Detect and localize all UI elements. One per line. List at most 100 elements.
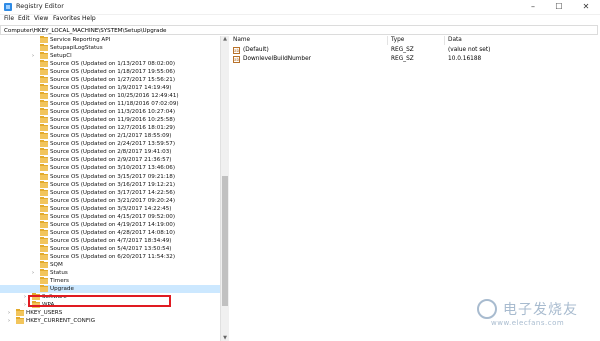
tree-item-label: HKEY_USERS	[26, 310, 63, 317]
value-name: (Default)	[243, 47, 269, 53]
folder-icon	[40, 228, 48, 236]
tree-item[interactable]: › Status	[0, 268, 220, 277]
tree-item[interactable]: Timers	[0, 276, 220, 285]
tree-item-label: Source OS (Updated on 3/17/2017 14:22:56…	[50, 189, 176, 196]
address-bar[interactable]: Computer\HKEY_LOCAL_MACHINE\SYSTEM\Setup…	[0, 25, 598, 35]
column-divider[interactable]	[444, 36, 445, 45]
tree-item[interactable]: Source OS (Updated on 1/13/2017 08:02:00…	[0, 60, 220, 68]
tree-item[interactable]: Source OS (Updated on 2/1/2017 18:55:09)	[0, 132, 220, 140]
menu-edit[interactable]: Edit	[18, 15, 30, 22]
column-type[interactable]: Type	[391, 36, 404, 45]
tree-item[interactable]: SetupapiLogStatus	[0, 44, 220, 52]
tree-item-label: Source OS (Updated on 4/7/2017 18:34:49)	[50, 237, 172, 244]
tree-item-label: Source OS (Updated on 1/9/2017 14:19:49)	[50, 85, 172, 92]
chevron-right-icon[interactable]: ›	[24, 301, 26, 309]
folder-icon	[40, 100, 48, 108]
folder-icon	[40, 260, 48, 268]
tree-item-label: Source OS (Updated on 5/4/2017 13:50:54)	[50, 245, 172, 252]
folder-icon	[16, 317, 24, 325]
tree-item[interactable]: Service Reporting API	[0, 36, 220, 44]
watermark-url: www.elecfans.com	[491, 319, 565, 327]
tree-item-label: Service Reporting API	[50, 37, 111, 43]
tree-item[interactable]: Source OS (Updated on 11/9/2016 10:25:58…	[0, 116, 220, 124]
scroll-up-arrow-icon[interactable]: ▲	[221, 36, 229, 42]
tree-item[interactable]: Source OS (Updated on 3/16/2017 19:12:21…	[0, 180, 220, 189]
tree-item-label: Source OS (Updated on 4/28/2017 14:08:10…	[50, 229, 176, 236]
tree-item[interactable]: Source OS (Updated on 5/4/2017 13:50:54)	[0, 244, 220, 253]
tree-item-label: Source OS (Updated on 12/7/2016 18:01:29…	[50, 125, 176, 132]
tree-item[interactable]: › SetupCl	[0, 52, 220, 60]
folder-icon	[40, 140, 48, 148]
tree-item[interactable]: Source OS (Updated on 6/20/2017 11:54:32…	[0, 252, 220, 261]
menu-favorites[interactable]: Favorites	[53, 15, 80, 22]
close-button[interactable]: ✕	[573, 0, 599, 14]
tree-item[interactable]: Upgrade	[0, 284, 220, 293]
tree-item[interactable]: › HKEY_USERS	[0, 309, 220, 317]
tree-item[interactable]: Source OS (Updated on 12/7/2016 18:01:29…	[0, 124, 220, 132]
string-value-icon: ab	[233, 47, 240, 54]
chevron-right-icon[interactable]: ›	[8, 309, 10, 317]
tree-item-label: Source OS (Updated on 11/9/2016 10:25:58…	[50, 117, 176, 124]
folder-icon	[40, 76, 48, 84]
column-name[interactable]: Name	[233, 36, 250, 45]
tree-item-label: Upgrade	[50, 285, 74, 292]
menu-help[interactable]: Help	[82, 15, 96, 22]
tree-item-label: Source OS (Updated on 3/3/2017 14:22:45)	[50, 205, 172, 212]
tree-item-label: Source OS (Updated on 4/15/2017 09:52:00…	[50, 213, 176, 220]
table-row[interactable]: ab (Default) REG_SZ (value not set)	[233, 46, 593, 55]
tree-item[interactable]: Source OS (Updated on 3/17/2017 14:22:56…	[0, 188, 220, 197]
tree-item[interactable]: Source OS (Updated on 3/10/2017 13:46:06…	[0, 164, 220, 172]
tree-item-label: Status	[50, 269, 68, 276]
tree-item[interactable]: › HKEY_CURRENT_CONFIG	[0, 317, 220, 325]
chevron-right-icon[interactable]: ›	[24, 293, 26, 301]
minimize-button[interactable]: –	[520, 0, 546, 14]
column-divider[interactable]	[387, 36, 388, 45]
folder-icon	[40, 268, 48, 276]
tree-item-label: Source OS (Updated on 2/8/2017 19:41:03)	[50, 149, 172, 156]
tree-item[interactable]: Source OS (Updated on 10/25/2016 12:49:4…	[0, 92, 220, 100]
tree-item-label: Source OS (Updated on 1/18/2017 19:55:06…	[50, 69, 176, 76]
tree-item[interactable]: Source OS (Updated on 11/3/2016 10:27:04…	[0, 108, 220, 116]
chevron-right-icon[interactable]: ›	[32, 52, 34, 60]
chevron-right-icon[interactable]: ›	[8, 317, 10, 325]
tree-item[interactable]: Source OS (Updated on 1/18/2017 19:55:06…	[0, 68, 220, 76]
folder-icon	[40, 92, 48, 100]
watermark: 电子发烧友 www.elecfans.com	[477, 297, 592, 333]
folder-icon	[40, 164, 48, 172]
tree-item[interactable]: Source OS (Updated on 4/15/2017 09:52:00…	[0, 212, 220, 221]
tree-item[interactable]: SQM	[0, 260, 220, 269]
tree-item[interactable]: Source OS (Updated on 4/28/2017 14:08:10…	[0, 228, 220, 237]
menu-view[interactable]: View	[34, 15, 48, 22]
tree-item-label: Source OS (Updated on 10/25/2016 12:49:4…	[50, 93, 179, 100]
tree-item[interactable]: Source OS (Updated on 3/21/2017 09:20:24…	[0, 196, 220, 205]
tree-item[interactable]: Source OS (Updated on 1/9/2017 14:19:49)	[0, 84, 220, 92]
tree-item[interactable]: Source OS (Updated on 11/18/2016 07:02:0…	[0, 100, 220, 108]
tree-item[interactable]: Source OS (Updated on 3/3/2017 14:22:45)	[0, 204, 220, 213]
tree-item-label: Source OS (Updated on 2/24/2017 13:59:57…	[50, 141, 176, 148]
tree-item-label: HKEY_CURRENT_CONFIG	[26, 318, 96, 325]
elecfans-logo-icon	[477, 299, 497, 319]
tree-item[interactable]: Source OS (Updated on 2/8/2017 19:41:03)	[0, 148, 220, 156]
tree-item[interactable]: Source OS (Updated on 1/27/2017 15:56:21…	[0, 76, 220, 84]
scroll-down-arrow-icon[interactable]: ▼	[221, 335, 229, 341]
menu-file[interactable]: File	[4, 15, 14, 22]
chevron-right-icon[interactable]: ›	[32, 269, 34, 277]
folder-icon	[40, 276, 48, 284]
table-row[interactable]: ab DownlevelBuildNumber REG_SZ 10.0.1618…	[233, 55, 593, 64]
tree-item-label: Source OS (Updated on 11/3/2016 10:27:04…	[50, 109, 176, 116]
scrollbar-thumb[interactable]	[222, 176, 228, 306]
folder-icon	[40, 124, 48, 132]
column-data[interactable]: Data	[448, 36, 462, 45]
folder-icon	[40, 180, 48, 188]
tree-item[interactable]: Source OS (Updated on 2/9/2017 21:36:57)	[0, 156, 220, 164]
tree-scrollbar[interactable]: ▲ ▼	[220, 36, 229, 341]
tree-item[interactable]: Source OS (Updated on 3/15/2017 09:21:18…	[0, 172, 220, 181]
value-name: DownlevelBuildNumber	[243, 56, 312, 62]
tree-item[interactable]: Source OS (Updated on 4/19/2017 14:19:00…	[0, 220, 220, 229]
tree-item[interactable]: Source OS (Updated on 4/7/2017 18:34:49)	[0, 236, 220, 245]
tree-item[interactable]: Source OS (Updated on 2/24/2017 13:59:57…	[0, 140, 220, 148]
folder-icon	[40, 84, 48, 92]
value-type: REG_SZ	[391, 56, 414, 62]
values-pane[interactable]: Name Type Data ab (Default) REG_SZ (valu…	[229, 36, 600, 341]
maximize-button[interactable]: ☐	[546, 0, 572, 14]
